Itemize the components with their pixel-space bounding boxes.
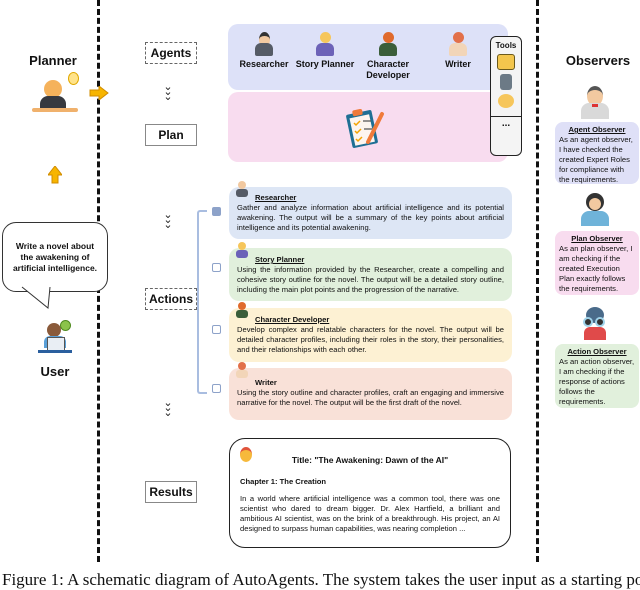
action-checkbox-story-planner[interactable] [212,263,221,272]
stage-agents: Agents [145,42,197,64]
user-avatar [38,320,72,354]
action-agent-name: Writer [255,378,277,387]
user-label: User [40,364,70,379]
tools-title: Tools [495,41,517,50]
observer-card-plan: Plan Observer As an plan observer, I am … [555,231,639,295]
action-description: Using the information provided by the Re… [237,265,504,294]
agent-observer-icon [580,86,610,120]
action-description: Gather and analyze information about art… [237,203,504,232]
action-checkbox-character-developer[interactable] [212,325,221,334]
action-agent-name: Researcher [255,193,297,202]
story-planner-icon [314,32,336,56]
action-description: Develop complex and relatable characters… [237,325,504,354]
chevrons-down-icon: ⌄ ⌄ ⌄ [163,81,173,103]
chevrons-down-icon: ⌄ ⌄ ⌄ [163,209,173,231]
result-chapter: Chapter 1: The Creation [240,477,327,486]
agent-writer[interactable]: Writer [426,32,490,70]
stage-results: Results [145,481,197,503]
action-card-story-planner: Story Planner Using the information prov… [229,242,512,301]
action-description: Using the story outline and character pr… [237,388,504,407]
arrow-up-icon [48,166,62,184]
observer-name: Agent Observer [568,125,626,134]
calculator-icon[interactable] [500,74,512,90]
writer-icon [447,32,469,56]
web-search-icon[interactable] [497,54,515,70]
researcher-icon [235,181,249,197]
action-observer-icon [580,307,610,341]
agent-character-developer[interactable]: Character Developer [356,32,420,81]
chevrons-down-icon: ⌄ ⌄ ⌄ [163,397,173,419]
user-request-bubble: Write a novel about the awakening of art… [2,222,108,292]
palette-icon[interactable] [498,94,514,108]
more-tools-button[interactable]: ... [491,117,521,131]
observer-description: As an agent observer, I have checked the… [559,135,633,184]
medal-icon [240,447,252,462]
researcher-icon [253,32,275,56]
stage-actions: Actions [145,288,197,310]
tools-panel: Tools ... [490,36,522,156]
story-planner-icon [235,242,249,258]
observer-card-action: Action Observer As an action observer, I… [555,344,639,408]
action-agent-name: Story Planner [255,255,305,264]
writer-icon [235,362,249,378]
agent-researcher[interactable]: Researcher [232,32,296,70]
arrow-right-icon [89,86,109,100]
observer-name: Action Observer [567,347,627,356]
agent-story-planner[interactable]: Story Planner [293,32,357,70]
character-developer-icon [235,302,249,318]
action-checkbox-writer[interactable] [212,384,221,393]
clipboard-checklist-icon [346,108,384,148]
observer-description: As an plan observer, I am checking if th… [559,244,633,293]
observer-description: As an action observer, I am checking if … [559,357,635,406]
figure-caption: Figure 1: A schematic diagram of AutoAge… [2,570,640,589]
check-badge-icon [60,320,71,331]
action-card-writer: Writer Using the story outline and chara… [229,362,512,420]
planner-avatar [32,72,79,116]
observer-name: Plan Observer [571,234,623,243]
action-agent-name: Character Developer [255,315,330,324]
observer-card-agent: Agent Observer As an agent observer, I h… [555,122,639,184]
result-title: Title: "The Awakening: Dawn of the AI" [291,455,449,465]
result-card: Title: "The Awakening: Dawn of the AI" C… [229,438,511,548]
action-card-character-developer: Character Developer Develop complex and … [229,302,512,362]
lightbulb-icon [68,72,79,85]
stage-plan: Plan [145,124,197,146]
result-body: In a world where artificial intelligence… [240,494,500,533]
action-checkbox-researcher[interactable] [212,207,221,216]
planner-label: Planner [29,53,77,68]
action-card-researcher: Researcher Gather and analyze informatio… [229,181,512,239]
bubble-tail [21,286,51,309]
right-divider [536,0,539,562]
character-developer-icon [377,32,399,56]
observers-title: Observers [565,53,631,68]
plan-observer-icon [580,193,610,227]
actions-bracket [197,210,207,394]
